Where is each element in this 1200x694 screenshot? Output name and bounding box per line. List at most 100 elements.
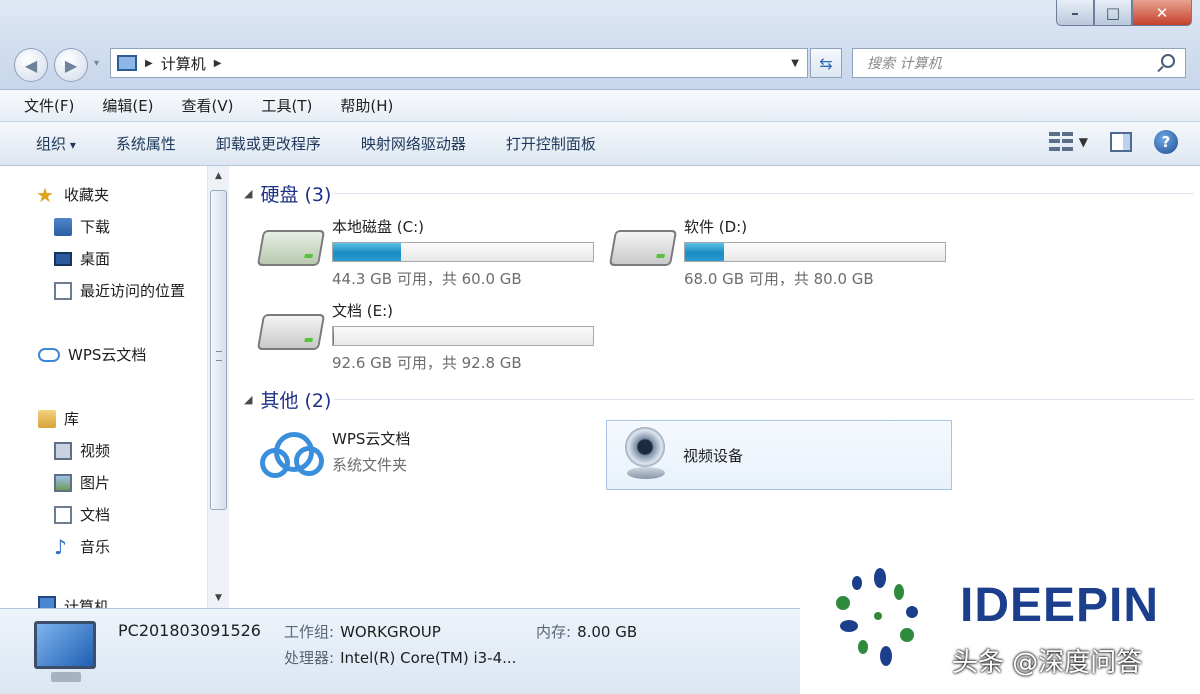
command-bar: 组织 系统属性 卸载或更改程序 映射网络驱动器 打开控制面板 ▼ ? xyxy=(0,122,1200,166)
drive-usage-bar xyxy=(684,242,946,262)
breadcrumb-computer[interactable]: 计算机 xyxy=(161,53,206,74)
sidebar-item-desktop[interactable]: 桌面 xyxy=(54,248,110,269)
menu-edit[interactable]: 编辑(E) xyxy=(102,95,153,116)
drive-free-space: 68.0 GB 可用，共 80.0 GB xyxy=(684,270,874,288)
collapse-triangle-icon[interactable]: ◢ xyxy=(244,393,252,406)
sidebar-item-documents[interactable]: 文档 xyxy=(54,504,110,525)
menu-view[interactable]: 查看(V) xyxy=(182,95,234,116)
recent-pages-dropdown[interactable]: ▾ xyxy=(94,58,99,69)
sidebar-item-label: 库 xyxy=(64,410,80,428)
content-pane: ◢ 硬盘 (3) 本地磁盘 (C:) 44.3 GB 可用，共 60.0 GB … xyxy=(230,166,1200,608)
hard-drive-icon xyxy=(608,230,678,266)
refresh-button[interactable]: ⇆ xyxy=(810,48,842,78)
maximize-button[interactable]: □ xyxy=(1094,0,1132,26)
sidebar-item-videos[interactable]: 视频 xyxy=(54,440,110,461)
download-folder-icon xyxy=(54,217,72,236)
sidebar-item-downloads[interactable]: 下载 xyxy=(54,216,110,237)
arrow-right-icon: ▶ xyxy=(64,55,78,75)
webcam-icon xyxy=(625,427,665,467)
uninstall-program-button[interactable]: 卸载或更改程序 xyxy=(216,133,321,154)
group-header-other[interactable]: ◢ 其他 (2) xyxy=(244,386,331,413)
group-label: 硬盘 (3) xyxy=(260,184,332,206)
video-library-icon xyxy=(54,441,72,460)
sidebar-item-label: WPS云文档 xyxy=(68,346,147,364)
drive-e[interactable]: 文档 (E:) 92.6 GB 可用，共 92.8 GB xyxy=(256,302,600,372)
sidebar-item-pictures[interactable]: 图片 xyxy=(54,472,110,493)
menu-help[interactable]: 帮助(H) xyxy=(340,95,393,116)
ideepin-logo-icon xyxy=(830,566,936,682)
organize-button[interactable]: 组织 xyxy=(36,133,76,154)
sidebar-item-label: 桌面 xyxy=(80,250,111,268)
sidebar-item-computer[interactable]: 计算机 xyxy=(38,596,109,608)
menu-bar: 文件(F) 编辑(E) 查看(V) 工具(T) 帮助(H) xyxy=(0,90,1200,122)
sidebar-item-label: 文档 xyxy=(80,506,111,524)
watermark: IDEEPIN 头条 @深度问答 xyxy=(800,554,1200,694)
drive-usage-fill xyxy=(685,243,724,261)
group-header-drives[interactable]: ◢ 硬盘 (3) xyxy=(244,180,331,207)
sidebar-item-label: 下载 xyxy=(80,218,111,236)
menu-file[interactable]: 文件(F) xyxy=(24,95,74,116)
group-divider xyxy=(334,399,1194,400)
computer-name: PC201803091526 xyxy=(118,621,261,640)
sidebar-item-libraries[interactable]: 库 xyxy=(38,408,79,429)
workgroup-field: 工作组: WORKGROUP xyxy=(284,621,441,642)
brand-name: IDEEPIN xyxy=(960,579,1160,632)
collapse-triangle-icon[interactable]: ◢ xyxy=(244,187,252,200)
address-dropdown-icon[interactable]: ▼ xyxy=(791,58,799,69)
navigation-pane: ★ 收藏夹 下载 桌面 最近访问的位置 WPS云文档 库 视频 图片 文档 ♪ … xyxy=(10,166,230,608)
wps-cloud-folder[interactable]: WPS云文档 系统文件夹 xyxy=(260,428,560,488)
preview-pane-icon[interactable] xyxy=(1110,132,1132,152)
arrow-left-icon: ◀ xyxy=(24,55,38,75)
open-control-panel-button[interactable]: 打开控制面板 xyxy=(506,133,596,154)
sidebar-item-recent-places[interactable]: 最近访问的位置 xyxy=(54,280,185,301)
search-icon[interactable] xyxy=(1161,54,1175,68)
sidebar-item-label: 图片 xyxy=(80,474,111,492)
sidebar-item-wps-cloud[interactable]: WPS云文档 xyxy=(38,344,146,365)
cloud-icon xyxy=(260,432,324,478)
sidebar-item-label: 最近访问的位置 xyxy=(80,282,186,300)
refresh-icon: ⇆ xyxy=(819,53,833,73)
group-divider xyxy=(334,193,1194,194)
item-type: 系统文件夹 xyxy=(332,456,408,474)
map-network-drive-button[interactable]: 映射网络驱动器 xyxy=(361,133,466,154)
grip-icon xyxy=(216,351,222,361)
drive-name: 本地磁盘 (C:) xyxy=(332,218,424,236)
view-dropdown-icon[interactable]: ▼ xyxy=(1079,135,1088,149)
minimize-button[interactable]: – xyxy=(1056,0,1094,26)
webcam-stand-icon xyxy=(627,467,665,479)
back-button[interactable]: ◀ xyxy=(14,48,48,82)
desktop-icon xyxy=(54,251,72,266)
drive-usage-bar xyxy=(332,326,594,346)
change-view-icon[interactable] xyxy=(1048,132,1073,152)
sidebar-item-label: 视频 xyxy=(80,442,111,460)
music-note-icon: ♪ xyxy=(54,534,67,559)
drive-d[interactable]: 软件 (D:) 68.0 GB 可用，共 80.0 GB xyxy=(608,218,952,288)
drive-free-space: 44.3 GB 可用，共 60.0 GB xyxy=(332,270,522,288)
forward-button[interactable]: ▶ xyxy=(54,48,88,82)
drive-free-space: 92.6 GB 可用，共 92.8 GB xyxy=(332,354,522,372)
menu-tools[interactable]: 工具(T) xyxy=(262,95,313,116)
help-icon[interactable]: ? xyxy=(1154,130,1178,154)
drive-c[interactable]: 本地磁盘 (C:) 44.3 GB 可用，共 60.0 GB xyxy=(256,218,600,288)
processor-label: 处理器: xyxy=(284,649,335,667)
scroll-down-arrow-icon[interactable]: ▼ xyxy=(208,588,229,608)
video-device-item[interactable]: 视频设备 xyxy=(606,420,952,490)
address-bar[interactable]: ▶ 计算机 ▶ ▼ xyxy=(110,48,808,78)
close-button[interactable]: ✕ xyxy=(1132,0,1192,26)
sidebar-item-music[interactable]: ♪ 音乐 xyxy=(54,536,110,557)
recent-places-icon xyxy=(54,281,72,300)
breadcrumb-arrow-icon[interactable]: ▶ xyxy=(145,58,153,69)
window-controls: – □ ✕ xyxy=(1056,0,1192,26)
sidebar-scrollbar[interactable]: ▲ ▼ xyxy=(207,166,229,608)
search-input[interactable]: 搜索 计算机 xyxy=(852,48,1186,78)
star-icon: ★ xyxy=(36,182,54,207)
item-name: 视频设备 xyxy=(683,447,744,465)
memory-value: 8.00 GB xyxy=(577,623,638,641)
title-bar: – □ ✕ ◀ ▶ ▾ ▶ 计算机 ▶ ▼ ⇆ 搜索 计算机 xyxy=(0,0,1200,90)
drive-usage-bar xyxy=(332,242,594,262)
scrollbar-thumb[interactable] xyxy=(210,190,227,510)
system-properties-button[interactable]: 系统属性 xyxy=(116,133,176,154)
scroll-up-arrow-icon[interactable]: ▲ xyxy=(208,166,229,186)
sidebar-item-favorites[interactable]: ★ 收藏夹 xyxy=(36,184,109,205)
breadcrumb-arrow-icon[interactable]: ▶ xyxy=(214,58,222,69)
